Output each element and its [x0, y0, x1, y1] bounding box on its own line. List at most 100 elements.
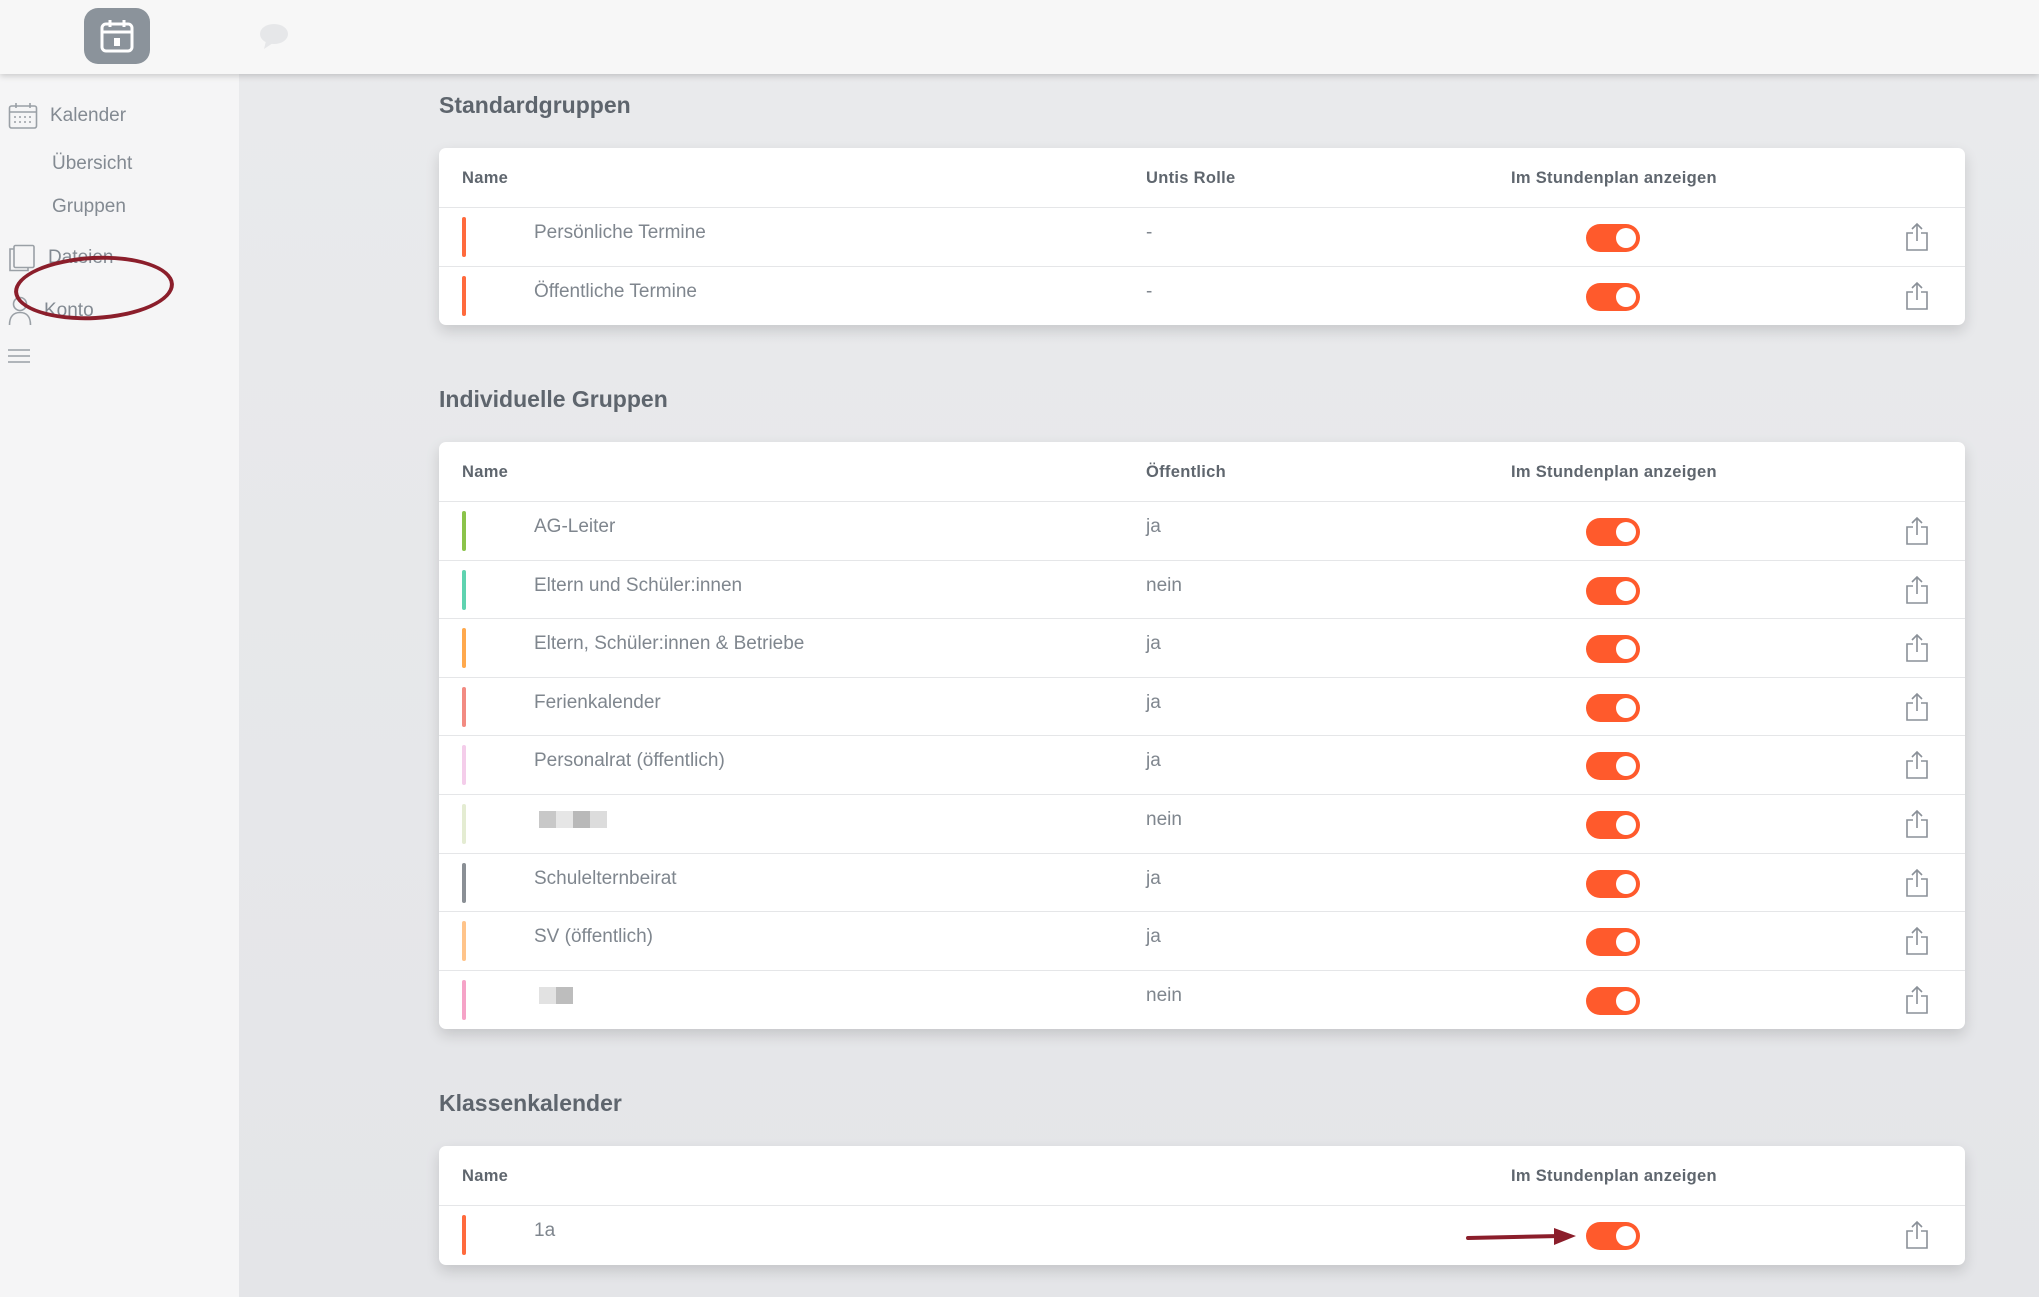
untis-rolle-value: - — [1146, 280, 1153, 302]
show-in-timetable-toggle[interactable] — [1586, 635, 1640, 664]
group-color-bar — [462, 862, 466, 903]
public-value: ja — [1146, 516, 1161, 537]
group-name: Schulelternbeirat — [534, 867, 677, 889]
files-icon — [9, 244, 35, 272]
calendar-app-icon[interactable] — [84, 8, 150, 64]
group-color-bar — [462, 979, 466, 1020]
table-row: Personalrat (öffentlich) ja — [439, 736, 1965, 795]
share-icon[interactable] — [1905, 575, 1929, 605]
group-color-bar — [462, 511, 466, 551]
group-name: AG-Leiter — [534, 516, 616, 537]
table-row: Persönliche Termine - — [439, 208, 1965, 267]
arrow-annotation — [1466, 1228, 1576, 1245]
share-icon[interactable] — [1905, 809, 1929, 839]
table-row: Eltern und Schüler:innen nein — [439, 561, 1965, 620]
column-header-name: Name — [462, 1167, 509, 1185]
table-row: SV (öffentlich) ja — [439, 912, 1965, 971]
calendar-icon — [8, 103, 38, 129]
column-header-untis-rolle: Untis Rolle — [1146, 169, 1236, 187]
public-value: ja — [1146, 750, 1161, 772]
sidebar-item-kalender[interactable]: Kalender — [8, 102, 126, 130]
section-title-individuelle-gruppen: Individuelle Gruppen — [439, 386, 668, 412]
show-in-timetable-toggle[interactable] — [1586, 282, 1640, 311]
show-in-timetable-toggle[interactable] — [1586, 869, 1640, 898]
group-color-bar — [462, 921, 466, 962]
table-row: nein — [439, 971, 1965, 1030]
table-header: Name Im Stundenplan anzeigen — [439, 1146, 1965, 1206]
sidebar-subitem-gruppen[interactable]: Gruppen — [52, 196, 126, 218]
group-name: Personalrat (öffentlich) — [534, 750, 725, 772]
share-icon[interactable] — [1905, 281, 1929, 311]
group-color-bar — [462, 569, 466, 610]
table-row: Ferienkalender ja — [439, 678, 1965, 737]
table-individuelle-gruppen: Name Öffentlich Im Stundenplan anzeigen … — [439, 442, 1965, 1030]
group-name: 1a — [534, 1220, 556, 1241]
share-icon[interactable] — [1905, 222, 1929, 252]
table-row: nein — [439, 795, 1965, 854]
public-value: nein — [1146, 984, 1182, 1006]
group-name: Eltern und Schüler:innen — [534, 574, 743, 596]
table-header: Name Öffentlich Im Stundenplan anzeigen — [439, 442, 1965, 502]
public-value: ja — [1146, 633, 1161, 655]
hamburger-icon — [8, 349, 30, 363]
untis-rolle-value: - — [1146, 222, 1153, 243]
show-in-timetable-toggle[interactable] — [1586, 576, 1640, 605]
sidebar-item-label: Kalender — [50, 105, 127, 126]
share-icon[interactable] — [1905, 985, 1929, 1015]
public-value: nein — [1146, 574, 1182, 596]
menu-toggle[interactable] — [8, 348, 44, 366]
public-value: ja — [1146, 926, 1161, 948]
column-header-stundenplan: Im Stundenplan anzeigen — [1511, 463, 1717, 481]
show-in-timetable-toggle[interactable] — [1586, 1222, 1640, 1250]
column-header-name: Name — [462, 463, 509, 481]
group-color-bar — [462, 217, 466, 257]
show-in-timetable-toggle[interactable] — [1586, 986, 1640, 1015]
show-in-timetable-toggle[interactable] — [1586, 224, 1640, 252]
group-name: Eltern, Schüler:innen & Betriebe — [534, 633, 805, 655]
group-name: Ferienkalender — [534, 691, 661, 713]
group-color-bar — [462, 745, 466, 786]
share-icon[interactable] — [1905, 516, 1929, 546]
show-in-timetable-toggle[interactable] — [1586, 693, 1640, 722]
group-name: Persönliche Termine — [534, 222, 706, 243]
chat-icon[interactable] — [258, 22, 290, 50]
group-name: Öffentliche Termine — [534, 280, 697, 302]
show-in-timetable-toggle[interactable] — [1586, 518, 1640, 546]
group-color-bar — [462, 803, 466, 844]
table-header: Name Untis Rolle Im Stundenplan anzeigen — [439, 148, 1965, 208]
section-title-standardgruppen: Standardgruppen — [439, 92, 631, 118]
group-name: SV (öffentlich) — [534, 926, 653, 948]
group-color-bar — [462, 1215, 466, 1255]
top-bar — [0, 0, 2039, 74]
show-in-timetable-toggle[interactable] — [1586, 810, 1640, 839]
share-icon[interactable] — [1905, 1220, 1929, 1250]
group-color-bar — [462, 686, 466, 727]
section-title-klassenkalender: Klassenkalender — [439, 1090, 622, 1116]
public-value: nein — [1146, 808, 1182, 830]
sidebar-subitem-uebersicht[interactable]: Übersicht — [52, 153, 132, 175]
table-row: Schulelternbeirat ja — [439, 854, 1965, 913]
redacted-name — [539, 986, 573, 1004]
share-icon[interactable] — [1905, 926, 1929, 956]
public-value: ja — [1146, 867, 1161, 889]
group-color-bar — [462, 275, 466, 316]
public-value: ja — [1146, 691, 1161, 713]
table-row: 1a — [439, 1206, 1965, 1265]
share-icon[interactable] — [1905, 868, 1929, 898]
column-header-stundenplan: Im Stundenplan anzeigen — [1511, 169, 1717, 187]
column-header-oeffentlich: Öffentlich — [1146, 463, 1226, 481]
table-klassenkalender: Name Im Stundenplan anzeigen 1a — [439, 1146, 1965, 1265]
redacted-name — [539, 810, 607, 828]
show-in-timetable-toggle[interactable] — [1586, 928, 1640, 957]
table-row: Öffentliche Termine - — [439, 267, 1965, 326]
main-content: Standardgruppen Name Untis Rolle Im Stun… — [239, 74, 2039, 1297]
column-header-name: Name — [462, 169, 509, 187]
table-standardgruppen: Name Untis Rolle Im Stundenplan anzeigen… — [439, 148, 1965, 326]
sidebar: Kalender Übersicht Gruppen Dateien Konto — [0, 74, 239, 1297]
share-icon[interactable] — [1905, 750, 1929, 780]
share-icon[interactable] — [1905, 692, 1929, 722]
column-header-stundenplan: Im Stundenplan anzeigen — [1511, 1167, 1717, 1185]
show-in-timetable-toggle[interactable] — [1586, 752, 1640, 781]
share-icon[interactable] — [1905, 633, 1929, 663]
table-row: AG-Leiter ja — [439, 502, 1965, 561]
